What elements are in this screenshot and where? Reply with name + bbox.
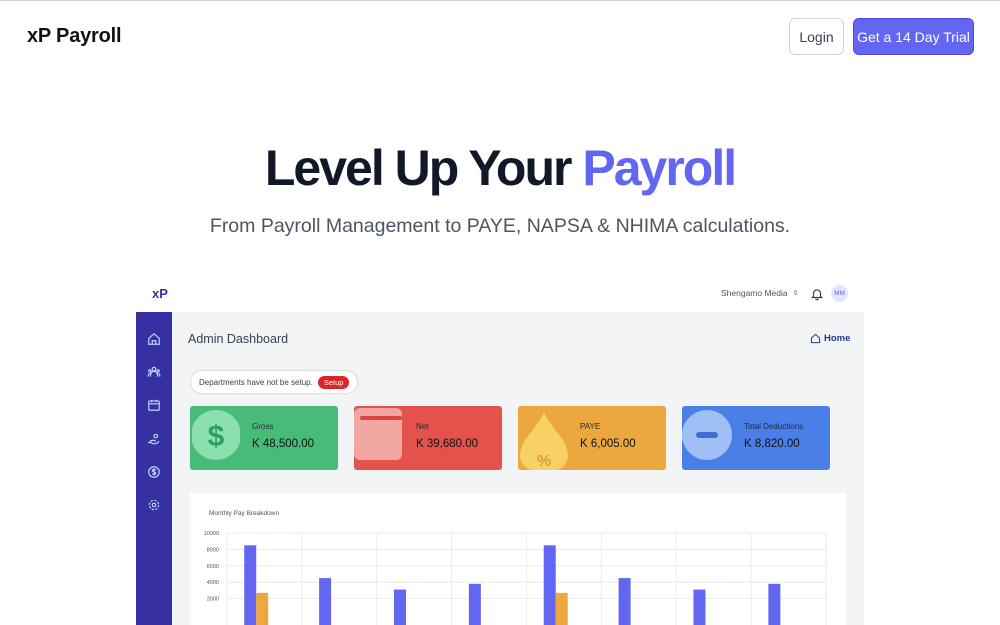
settings-icon[interactable] <box>147 498 161 512</box>
y-tick-label: 10000 <box>204 531 219 537</box>
bar-series-2-5[interactable] <box>555 592 568 625</box>
deductions-value: K 8,820.00 <box>744 438 800 450</box>
gross-label: Gross <box>252 422 274 431</box>
setup-alert: Departments have not be setup. Setup <box>191 371 357 393</box>
hero-subtitle: From Payroll Management to PAYE, NAPSA &… <box>209 215 791 237</box>
breadcrumb-home[interactable]: Home <box>810 333 850 344</box>
svg-text:%: % <box>537 453 551 470</box>
bar-series-1-5[interactable] <box>543 545 556 625</box>
payout-icon[interactable] <box>147 432 161 446</box>
wallet-icon <box>354 406 406 470</box>
y-tick-label: 4000 <box>207 580 219 586</box>
bar-series-2-1[interactable] <box>256 592 269 625</box>
net-card: Net K 39,680.00 <box>354 406 502 470</box>
bar-series-1-8[interactable] <box>768 583 781 625</box>
home-icon[interactable] <box>147 332 161 346</box>
calendar-icon[interactable] <box>147 398 161 412</box>
org-selector[interactable]: Shengamo Media ⇕ <box>721 288 799 298</box>
app-logo[interactable]: xP <box>152 286 168 301</box>
y-tick-label: 2000 <box>207 597 219 603</box>
deductions-card: Total Deductions K 8,820.00 <box>682 406 830 470</box>
setup-button[interactable]: Setup <box>317 375 350 389</box>
paye-card: % PAYE K 6,005.00 <box>518 406 666 470</box>
percent-drop-icon: % <box>518 406 570 470</box>
avatar[interactable]: MM <box>831 285 848 302</box>
pay-breakdown-chart: Monthly Pay Breakdown 10000 8000 6000 4000 2… <box>190 493 846 625</box>
bar-series-1-7[interactable] <box>693 589 706 625</box>
gross-card: $ Gross K 48,500.00 <box>190 406 338 470</box>
deductions-label: Total Deductions <box>744 422 804 431</box>
bell-icon[interactable] <box>810 287 824 301</box>
minus-icon <box>682 406 734 470</box>
home-label: Home <box>824 333 851 344</box>
dollar-icon: $ <box>191 406 241 466</box>
bar-series-1-2[interactable] <box>319 578 332 625</box>
app-topbar: xP Shengamo Media ⇕ MM <box>136 281 864 312</box>
net-value: K 39,680.00 <box>416 438 479 450</box>
hero-title-accent: Payroll <box>582 140 737 196</box>
brand-logo[interactable]: xP Payroll <box>27 25 122 48</box>
dashboard-main: Admin Dashboard Home Departments have no… <box>172 312 864 625</box>
team-icon[interactable] <box>147 365 161 379</box>
paye-label: PAYE <box>580 422 601 431</box>
net-label: Net <box>416 422 429 431</box>
bar-series-1-1[interactable] <box>244 545 257 625</box>
sidebar <box>136 312 172 625</box>
chevron-updown-icon: ⇕ <box>792 290 799 297</box>
bar-series-1-3[interactable] <box>393 589 406 625</box>
paye-value: K 6,005.00 <box>580 438 636 450</box>
svg-text:$: $ <box>208 420 225 453</box>
gross-value: K 48,500.00 <box>252 438 315 450</box>
bar-series-1-6[interactable] <box>618 578 631 625</box>
home-icon <box>810 333 821 344</box>
alert-text: Departments have not be setup. <box>199 377 313 387</box>
org-name: Shengamo Media <box>721 288 788 298</box>
y-tick-label: 6000 <box>207 564 219 570</box>
hero-title: Level Up Your Payroll <box>0 139 1000 197</box>
dollar-icon[interactable] <box>147 465 161 479</box>
chart-canvas: 10000 8000 6000 4000 2000 <box>204 531 827 625</box>
trial-button[interactable]: Get a 14 Day Trial <box>853 18 974 55</box>
y-tick-label: 8000 <box>207 547 219 553</box>
bar-series-1-4[interactable] <box>468 583 481 625</box>
hero-title-main: Level Up Your <box>264 140 583 196</box>
login-button[interactable]: Login <box>789 18 844 55</box>
page-title: Admin Dashboard <box>188 332 289 346</box>
